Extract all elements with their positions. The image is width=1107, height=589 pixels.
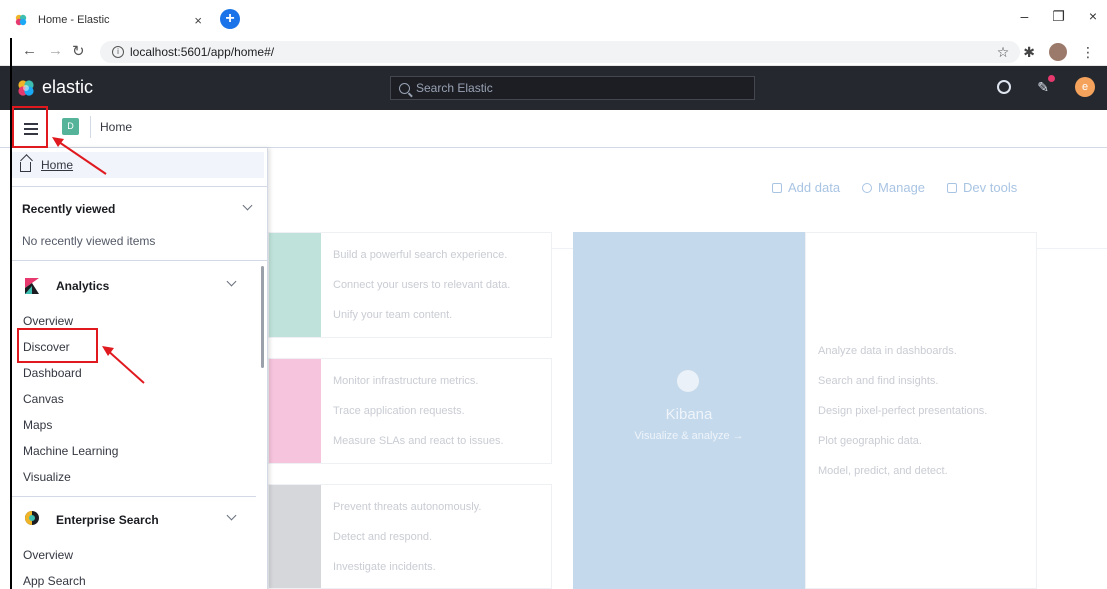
recently-viewed-title[interactable]: Recently viewed: [22, 202, 115, 216]
browser-toolbar-right: ☆ ✱ ⋮: [997, 43, 1095, 61]
home-icon: [20, 161, 31, 172]
home-content: Add data Manage Dev tools Build a powerf…: [268, 148, 1107, 589]
manage-link[interactable]: Manage: [862, 180, 925, 195]
kibana-logo-icon: [677, 370, 699, 392]
gear-icon: [862, 182, 873, 193]
global-search-input[interactable]: Search Elastic: [390, 76, 755, 100]
card-line: Investigate incidents.: [333, 561, 436, 573]
browser-tab-bar: Home - Elastic × + – ❐ ×: [0, 0, 1107, 38]
add-data-icon: [772, 182, 782, 193]
add-data-link[interactable]: Add data: [772, 180, 840, 195]
solution-card-enterprise[interactable]: Build a powerful search experience. Conn…: [268, 232, 552, 338]
kibana-solution-panel[interactable]: Kibana Visualize & analyze →: [573, 232, 805, 589]
kibana-desc-line: Search and find insights.: [818, 375, 939, 387]
elastic-favicon-icon: [15, 14, 27, 26]
card-line: Prevent threats autonomously.: [333, 501, 482, 513]
breadcrumb-current: Home: [100, 120, 133, 134]
chevron-down-icon[interactable]: [226, 276, 237, 287]
dev-tools-link[interactable]: Dev tools: [947, 180, 1017, 195]
browser-tab[interactable]: Home - Elastic ×: [14, 6, 214, 34]
kibana-desc-line: Analyze data in dashboards.: [818, 345, 957, 357]
bookmark-star-icon[interactable]: ☆: [997, 44, 1010, 61]
restore-button[interactable]: ❐: [1052, 8, 1065, 25]
enterprise-search-icon: [25, 511, 39, 525]
kibana-header: elastic Search Elastic ✎ e: [0, 66, 1107, 110]
back-arrow-icon[interactable]: ←: [22, 42, 37, 59]
elastic-logo-icon: [18, 79, 34, 96]
chevron-down-icon[interactable]: [242, 200, 253, 211]
reload-icon[interactable]: ↻: [72, 42, 85, 60]
elastic-logo[interactable]: elastic: [16, 77, 93, 98]
nav-divider: [12, 496, 256, 497]
annotation-arrow-icon: [102, 346, 145, 384]
card-line: Unify your team content.: [333, 309, 453, 321]
kibana-visualize-link[interactable]: Visualize & analyze →: [573, 430, 805, 442]
header-actions: ✎ e: [997, 74, 1095, 97]
kibana-analytics-icon: [25, 278, 39, 294]
card-line: Monitor infrastructure metrics.: [333, 375, 479, 387]
nav-divider: [12, 260, 267, 261]
nav-item-es-overview[interactable]: Overview: [23, 548, 73, 562]
nav-item-visualize[interactable]: Visualize: [23, 470, 71, 484]
breadcrumb-bar: [0, 110, 1107, 148]
browser-profile-avatar[interactable]: [1049, 43, 1067, 61]
home-top-links: Add data Manage Dev tools: [772, 180, 1017, 195]
card-line: Detect and respond.: [333, 531, 433, 543]
user-avatar[interactable]: e: [1075, 77, 1095, 97]
kibana-title: Kibana: [665, 406, 713, 423]
nav-item-machine-learning[interactable]: Machine Learning: [23, 444, 118, 458]
kibana-desc-line: Model, predict, and detect.: [818, 465, 948, 477]
url-text: localhost:5601/app/home#/: [130, 45, 275, 59]
card-line: Trace application requests.: [333, 405, 465, 417]
nav-item-canvas[interactable]: Canvas: [23, 392, 64, 406]
new-tab-button[interactable]: +: [220, 9, 240, 29]
tab-close-icon[interactable]: ×: [194, 13, 202, 28]
solution-card-observability[interactable]: Monitor infrastructure metrics. Trace ap…: [268, 358, 552, 464]
tab-title: Home - Elastic: [38, 14, 110, 26]
kibana-desc-line: Design pixel-perfect presentations.: [818, 405, 988, 417]
forward-arrow-icon[interactable]: →: [48, 42, 63, 59]
search-icon: [399, 82, 410, 94]
kibana-desc-line: Plot geographic data.: [818, 435, 922, 447]
enterprise-search-group-title[interactable]: Enterprise Search: [56, 513, 159, 527]
extensions-puzzle-icon[interactable]: ✱: [1023, 44, 1035, 61]
search-placeholder: Search Elastic: [416, 81, 493, 95]
annotation-arrow-icon: [52, 137, 107, 175]
close-window-button[interactable]: ×: [1089, 8, 1097, 25]
url-field[interactable]: i localhost:5601/app/home#/: [100, 41, 1020, 63]
space-avatar[interactable]: D: [62, 118, 79, 135]
annotation-menu-highlight: [12, 106, 48, 148]
annotation-discover-highlight: [17, 328, 98, 363]
nav-item-dashboard[interactable]: Dashboard: [23, 366, 82, 380]
nav-scrollbar[interactable]: [261, 266, 264, 368]
card-line: Measure SLAs and react to issues.: [333, 435, 504, 447]
nav-item-overview[interactable]: Overview: [23, 314, 73, 328]
nav-item-maps[interactable]: Maps: [23, 418, 52, 432]
recently-viewed-empty: No recently viewed items: [22, 234, 156, 248]
notification-dot: [1048, 74, 1055, 82]
solution-card-security[interactable]: Prevent threats autonomously. Detect and…: [268, 484, 552, 589]
analytics-group-title[interactable]: Analytics: [56, 279, 109, 293]
nav-item-app-search[interactable]: App Search: [23, 574, 86, 588]
card-swatch: [269, 233, 321, 337]
browser-menu-icon[interactable]: ⋮: [1081, 44, 1095, 61]
card-line: Build a powerful search experience.: [333, 249, 508, 261]
brand-name: elastic: [42, 77, 94, 97]
window-controls: – ❐ ×: [1020, 8, 1097, 25]
help-icon[interactable]: [997, 80, 1012, 94]
minimize-button[interactable]: –: [1020, 8, 1028, 25]
card-swatch: [269, 485, 321, 588]
chevron-down-icon[interactable]: [226, 510, 237, 521]
card-line: Connect your users to relevant data.: [333, 279, 511, 291]
newsfeed-icon[interactable]: ✎: [1037, 74, 1055, 96]
browser-address-bar: ← → ↻ i localhost:5601/app/home#/ ☆ ✱ ⋮: [0, 38, 1107, 66]
kibana-description-card: Analyze data in dashboards. Search and f…: [805, 232, 1037, 589]
wrench-icon: [947, 182, 958, 193]
card-swatch: [269, 359, 321, 463]
nav-divider: [12, 186, 267, 187]
site-info-icon[interactable]: i: [112, 46, 124, 58]
